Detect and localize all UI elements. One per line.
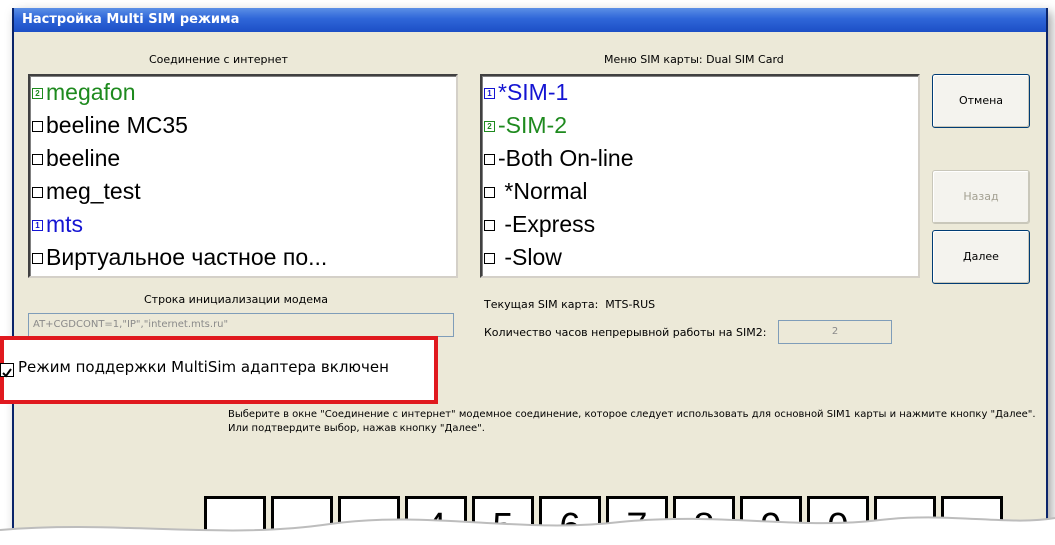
connection-list-item-label: beeline MC35 xyxy=(46,112,188,138)
checkbox-icon xyxy=(32,253,43,264)
modem-init-heading: Строка инициализации модема xyxy=(144,293,329,306)
sim-menu-item-label: *SIM-1 xyxy=(498,79,569,105)
sim-menu-item[interactable]: 1 *SIM-1 xyxy=(482,76,918,109)
check-icon xyxy=(2,368,12,378)
sim-menu-item-label: -SIM-2 xyxy=(498,112,567,138)
sim-menu-item-label: *Normal xyxy=(498,178,588,204)
multisim-callout: Режим поддержки MultiSim адаптера включе… xyxy=(0,336,438,404)
checkbox-icon xyxy=(484,187,495,198)
window-title: Настройка Multi SIM режима xyxy=(14,8,1046,32)
current-sim-label: Текущая SIM карта: MTS-RUS xyxy=(484,298,655,311)
hint-text: Выберите в окне "Соединение с интернет" … xyxy=(228,409,1036,434)
torn-edge xyxy=(0,516,1055,545)
connection-list-item[interactable]: 2 megafon xyxy=(30,76,456,109)
checkbox-icon xyxy=(484,154,495,165)
internet-connection-list[interactable]: 2 megafon beeline MC35 beeline meg_test 1 mts В… xyxy=(28,74,458,278)
hours-label: Количество часов непрерывной работы на S… xyxy=(484,326,767,339)
checkbox-icon xyxy=(32,121,43,132)
connection-list-item-label: Виртуальное частное по... xyxy=(46,244,328,270)
multisim-label: Режим поддержки MultiSim адаптера включе… xyxy=(18,358,389,376)
multisim-checkbox[interactable] xyxy=(0,363,14,378)
checkbox-icon xyxy=(32,187,43,198)
connection-list-item-label: meg_test xyxy=(46,178,141,204)
sim-menu-item-label: -Express xyxy=(498,211,596,237)
back-button[interactable]: Назад xyxy=(932,170,1030,224)
connection-list-item[interactable]: 1 mts xyxy=(30,208,456,241)
checkbox-icon xyxy=(484,253,495,264)
sim-menu-item[interactable]: -Slow xyxy=(482,241,918,274)
connection-list-item[interactable]: beeline xyxy=(30,142,456,175)
current-sim-caption: Текущая SIM карта: xyxy=(484,298,599,311)
connection-list-item[interactable]: meg_test xyxy=(30,175,456,208)
sim-menu-item[interactable]: 2 -SIM-2 xyxy=(482,109,918,142)
hours-field[interactable]: 2 xyxy=(778,320,892,344)
sim-menu-heading: Меню SIM карты: Dual SIM Card xyxy=(604,53,784,66)
modem-init-field[interactable]: AT+CGDCONT=1,"IP","internet.mts.ru" xyxy=(28,313,454,337)
screenshot-stage: Настройка Multi SIM режима Соединение с … xyxy=(0,0,1055,545)
checkbox-icon xyxy=(32,154,43,165)
multisim-settings-window: Настройка Multi SIM режима Соединение с … xyxy=(12,8,1048,545)
current-sim-value: MTS-RUS xyxy=(605,298,656,311)
sim-menu-item[interactable]: *Normal xyxy=(482,175,918,208)
checkbox-icon: 1 xyxy=(32,220,43,231)
sim-menu-list[interactable]: 1 *SIM-1 2 -SIM-2 -Both On-line *Normal -Exp… xyxy=(480,74,920,278)
connection-list-item-label: mts xyxy=(46,211,84,237)
internet-heading: Соединение с интернет xyxy=(149,53,288,66)
connection-list-item-label: megafon xyxy=(46,79,136,105)
sim-menu-item-label: -Both On-line xyxy=(498,145,634,171)
next-button[interactable]: Далее xyxy=(932,230,1030,284)
checkbox-icon xyxy=(484,220,495,231)
checkbox-icon: 2 xyxy=(32,88,43,99)
connection-list-item[interactable]: beeline MC35 xyxy=(30,109,456,142)
connection-list-item-label: beeline xyxy=(46,145,121,171)
connection-list-item[interactable]: Виртуальное частное по... xyxy=(30,241,456,274)
cancel-button[interactable]: Отмена xyxy=(932,74,1030,128)
sim-menu-item[interactable]: -Express xyxy=(482,208,918,241)
sim-menu-item-label: -Slow xyxy=(498,244,562,270)
checkbox-icon: 1 xyxy=(484,88,495,99)
checkbox-icon: 2 xyxy=(484,121,495,132)
sim-menu-item[interactable]: -Both On-line xyxy=(482,142,918,175)
